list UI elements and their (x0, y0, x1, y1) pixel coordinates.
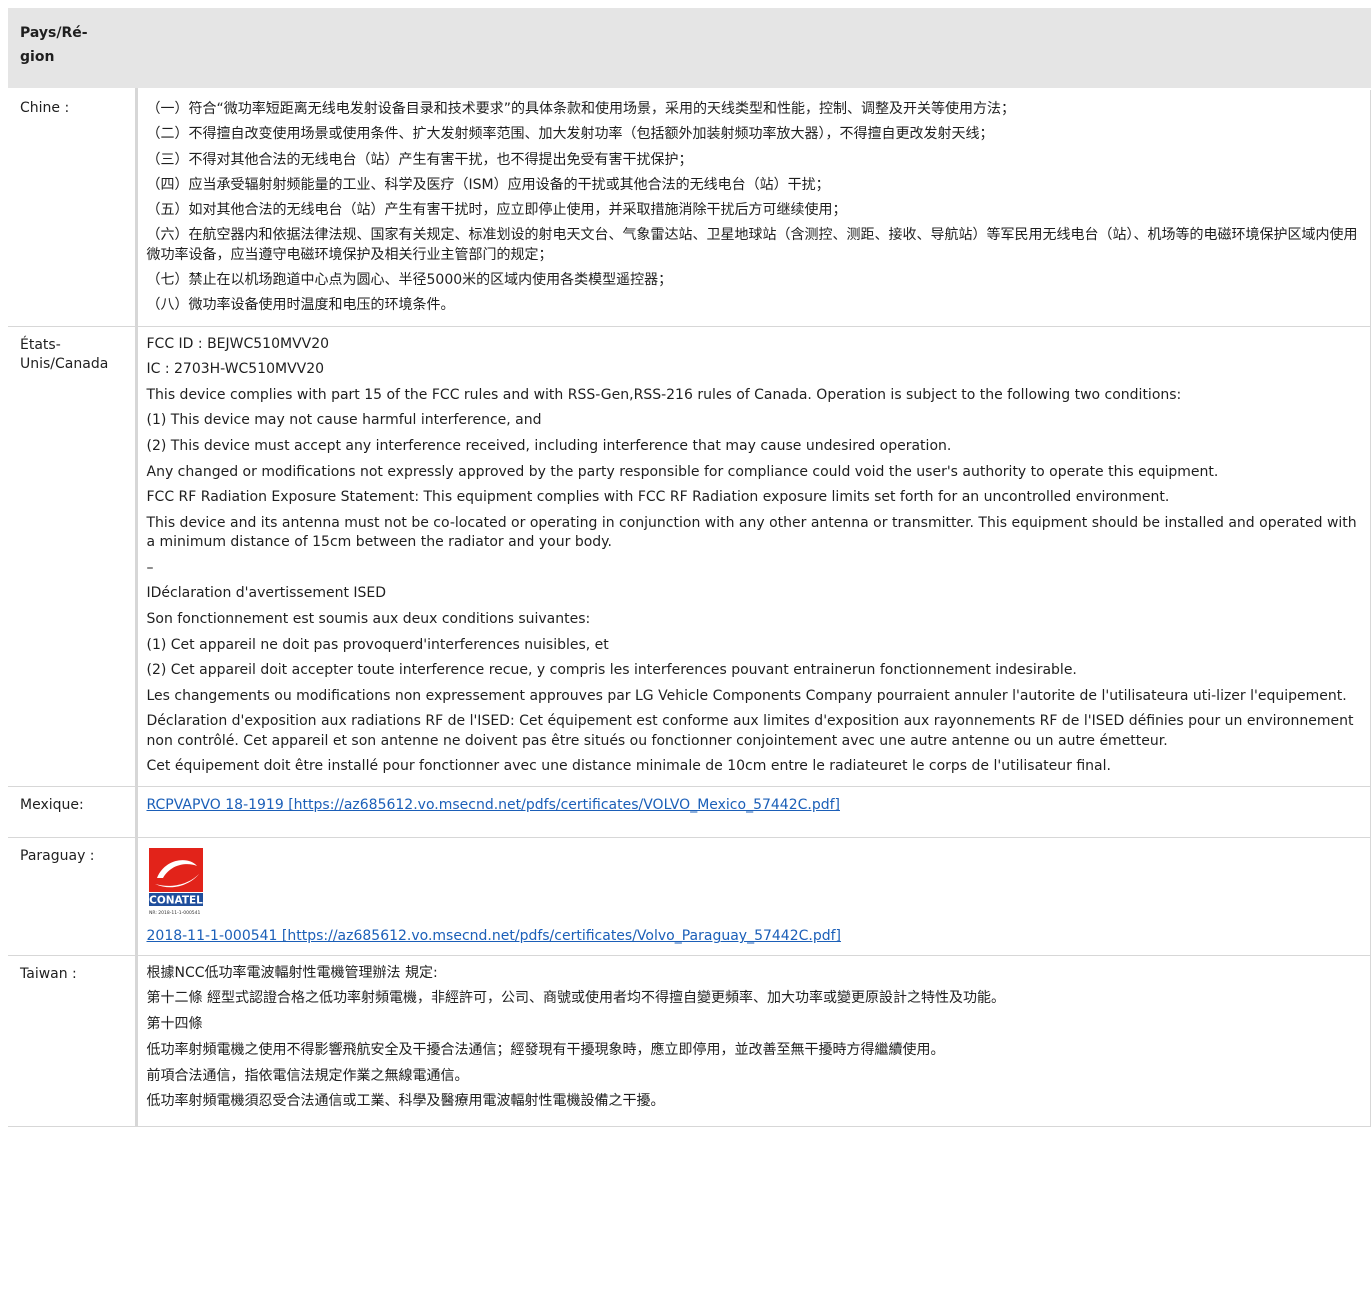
region-cell: Chine : (8, 88, 137, 327)
paragraph: This device and its antenna must not be … (146, 514, 1357, 551)
region-cell: Paraguay : (8, 837, 137, 956)
content-cell-taiwan: 根據NCC低功率電波輻射性電機管理辦法 規定: 第十二條 經型式認證合格之低功率… (134, 954, 1371, 1127)
column-header-blank (136, 8, 1371, 90)
logo-nr-text: NR: 2018-11-1-000541 (149, 910, 201, 916)
paragraph: Any changed or modifications not express… (146, 463, 1219, 480)
paragraph: （三）不得对其他合法的无线电台（站）产生有害干扰，也不得提出免受有害干扰保护； (146, 151, 693, 168)
region-cell: États-Unis/Canada (8, 325, 137, 788)
paragraph: （二）不得擅自改变使用场景或使用条件、扩大发射频率范围、加大发射功率（包括额外加… (146, 126, 994, 143)
paragraph: 根據NCC低功率電波輻射性電機管理辦法 規定: (146, 964, 438, 981)
certificate-link-mexique[interactable]: RCPVAPVO 18-1919 [https://az685612.vo.ms… (147, 797, 841, 813)
content-cell-mexique: RCPVAPVO 18-1919 [https://az685612.vo.ms… (134, 786, 1371, 839)
regulatory-table: Pays/Ré-gion Chine : （一）符合“微功率短距离无线电发射设备… (8, 8, 1371, 1127)
content-cell-usa-canada: FCC ID : BEJWC510MVV20 IC : 2703H-WC510M… (134, 325, 1371, 788)
separator-dash: – (146, 559, 154, 576)
table-row-usa-canada: États-Unis/Canada FCC ID : BEJWC510MVV20… (8, 325, 1371, 788)
paragraph: 低功率射頻電機之使用不得影響飛航安全及干擾合法通信；經發現有干擾現象時，應立即停… (146, 1041, 945, 1058)
paragraph: （七）禁止在以机场跑道中心点为圆心、半径5000米的区域内使用各类模型遥控器； (146, 272, 673, 289)
certificate-link-paraguay[interactable]: 2018-11-1-000541 [https://az685612.vo.ms… (147, 928, 842, 944)
paragraph: IDéclaration d'avertissement ISED (146, 585, 387, 602)
paragraph: Déclaration d'exposition aux radiations … (146, 713, 1354, 749)
paragraph: （八）微功率设备使用时温度和电压的环境条件。 (146, 297, 455, 314)
table-row-chine: Chine : （一）符合“微功率短距离无线电发射设备目录和技术要求”的具体条款… (8, 88, 1371, 327)
paragraph: （六）在航空器内和依据法律法规、国家有关规定、标准划设的射电天文台、气象雷达站、… (146, 227, 1358, 263)
logo-text: CONATEL (149, 895, 203, 907)
paragraph: (2) This device must accept any interfer… (146, 438, 952, 455)
table-header-row: Pays/Ré-gion (8, 8, 1371, 90)
region-cell: Mexique: (8, 786, 137, 839)
content-cell-paraguay: CONATEL NR: 2018-11-1-000541 2018-11-1-0… (134, 837, 1371, 956)
paragraph: IC : 2703H-WC510MVV20 (146, 361, 325, 378)
conatel-logo: CONATEL NR: 2018-11-1-000541 (148, 848, 203, 916)
paragraph: （四）应当承受辐射射频能量的工业、科学及医疗（ISM）应用设备的干扰或其他合法的… (146, 176, 830, 193)
paragraph: Les changements ou modifications non exp… (146, 687, 1347, 704)
content-cell-chine: （一）符合“微功率短距离无线电发射设备目录和技术要求”的具体条款和使用场景，采用… (134, 88, 1371, 327)
paragraph: (1) This device may not cause harmful in… (146, 412, 542, 429)
paragraph: FCC ID : BEJWC510MVV20 (146, 335, 330, 352)
paragraph: 第十四條 (146, 1016, 203, 1033)
paragraph: Cet équipement doit être installé pour f… (146, 758, 1111, 775)
header-line-1: Pays/Ré- (20, 25, 88, 41)
paragraph: (1) Cet appareil ne doit pas provoquerd'… (146, 636, 609, 653)
paragraph: 前項合法通信，指依電信法規定作業之無線電通信。 (146, 1067, 469, 1084)
table-row-taiwan: Taiwan : 根據NCC低功率電波輻射性電機管理辦法 規定: 第十二條 經型… (8, 954, 1371, 1127)
column-header-country: Pays/Ré-gion (8, 8, 136, 90)
paragraph: 第十二條 經型式認證合格之低功率射頻電機，非經許可，公司、商號或使用者均不得擅自… (146, 990, 1005, 1007)
header-line-2: gion (20, 49, 55, 65)
paragraph: (2) Cet appareil doit accepter toute int… (146, 662, 1077, 679)
region-cell: Taiwan : (8, 954, 137, 1127)
paragraph: （五）如对其他合法的无线电台（站）产生有害干扰时，应立即停止使用，并采取措施消除… (146, 202, 847, 219)
table-row-paraguay: Paraguay : CONATEL NR: 2018-11-1-000541 … (8, 837, 1371, 956)
table-row-mexique: Mexique: RCPVAPVO 18-1919 [https://az685… (8, 786, 1371, 839)
paragraph: （一）符合“微功率短距离无线电发射设备目录和技术要求”的具体条款和使用场景，采用… (146, 101, 1016, 117)
paragraph: Son fonctionnement est soumis aux deux c… (146, 610, 591, 627)
paragraph: 低功率射頻電機須忍受合法通信或工業、科學及醫療用電波輻射性電機設備之干擾。 (146, 1093, 665, 1110)
paragraph: FCC RF Radiation Exposure Statement: Thi… (146, 489, 1170, 506)
paragraph: This device complies with part 15 of the… (146, 386, 1182, 403)
